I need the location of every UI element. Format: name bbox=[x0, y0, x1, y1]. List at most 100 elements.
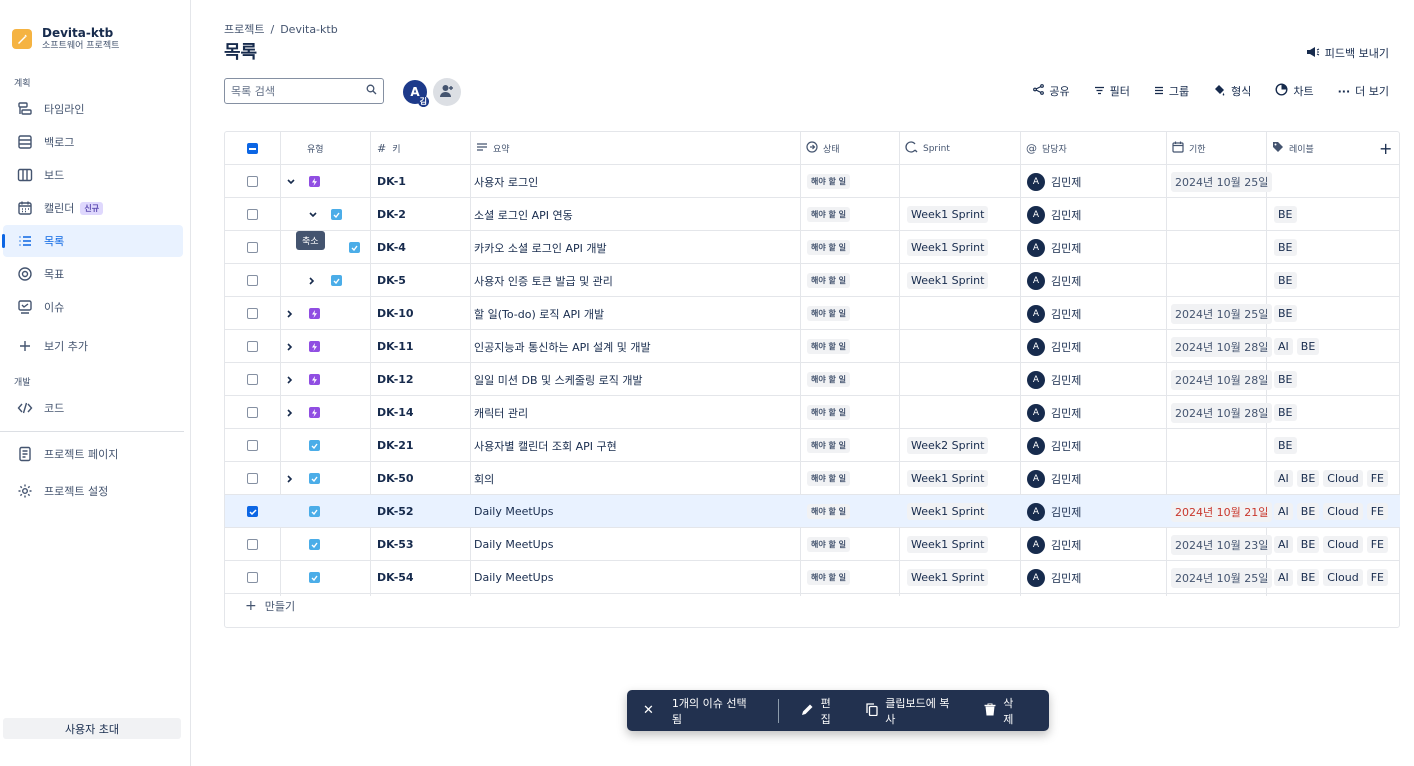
sprint-tag[interactable]: Week1 Sprint bbox=[907, 198, 989, 231]
table-row[interactable]: DK-10 할 일(To-do) 로직 API 개발 해야 할 일 A 김민제 2024년… bbox=[225, 297, 1400, 330]
invite-users-button[interactable]: 사용자 초대 bbox=[3, 718, 181, 739]
issue-key[interactable]: DK-1 bbox=[377, 165, 406, 198]
breadcrumb-project[interactable]: Devita-ktb bbox=[280, 23, 338, 36]
chart-button[interactable]: 차트 bbox=[1275, 83, 1314, 99]
issue-summary[interactable]: 사용자 로그인 bbox=[474, 165, 538, 198]
assignee[interactable]: A 김민제 bbox=[1027, 330, 1081, 363]
status-badge[interactable]: 해야 할 일 bbox=[807, 297, 851, 330]
column-header-assignee[interactable]: @ 담당자 bbox=[1026, 132, 1067, 165]
sprint-tag[interactable]: Week1 Sprint bbox=[907, 495, 989, 528]
issue-summary[interactable]: Daily MeetUps bbox=[474, 495, 553, 528]
sidebar-item-issues[interactable]: 이슈 bbox=[3, 291, 183, 323]
due-date[interactable]: 2024년 10월 25일 bbox=[1171, 561, 1273, 594]
column-header-labels[interactable]: 레이블 bbox=[1272, 132, 1314, 165]
feedback-button[interactable]: 피드백 보내기 bbox=[1306, 45, 1389, 61]
status-badge[interactable]: 해야 할 일 bbox=[807, 561, 851, 594]
sprint-tag[interactable]: Week1 Sprint bbox=[907, 264, 989, 297]
issue-key[interactable]: DK-50 bbox=[377, 462, 414, 495]
issue-key[interactable]: DK-10 bbox=[377, 297, 414, 330]
labels[interactable]: BE bbox=[1274, 231, 1301, 264]
add-column-button[interactable]: + bbox=[1379, 132, 1392, 165]
bulk-copy-button[interactable]: 클립보드에 복사 bbox=[866, 695, 958, 727]
row-checkbox[interactable] bbox=[247, 561, 258, 594]
column-header-key[interactable]: # 키 bbox=[377, 132, 401, 165]
sidebar-item-calendar[interactable]: 캘린더 신규 bbox=[3, 192, 183, 224]
issue-summary[interactable]: 할 일(To-do) 로직 API 개발 bbox=[474, 297, 604, 330]
column-header-due[interactable]: 기한 bbox=[1172, 132, 1206, 165]
expand-chevron-icon[interactable] bbox=[309, 264, 315, 297]
assignee[interactable]: A 김민제 bbox=[1027, 363, 1081, 396]
expand-chevron-icon[interactable] bbox=[287, 297, 293, 330]
row-checkbox[interactable] bbox=[247, 363, 258, 396]
assignee[interactable]: A 김민제 bbox=[1027, 495, 1081, 528]
issue-summary[interactable]: Daily MeetUps bbox=[474, 528, 553, 561]
close-icon[interactable]: ✕ bbox=[643, 703, 654, 718]
issue-summary[interactable]: 사용자 인증 토큰 발급 및 관리 bbox=[474, 264, 613, 297]
status-badge[interactable]: 해야 할 일 bbox=[807, 495, 851, 528]
issue-summary[interactable]: 회의 bbox=[474, 462, 494, 495]
status-badge[interactable]: 해야 할 일 bbox=[807, 330, 851, 363]
row-checkbox[interactable] bbox=[247, 396, 258, 429]
row-checkbox[interactable] bbox=[247, 198, 258, 231]
due-date[interactable]: 2024년 10월 21일 bbox=[1171, 495, 1273, 528]
issue-summary[interactable]: 소셜 로그인 API 연동 bbox=[474, 198, 573, 231]
row-checkbox[interactable] bbox=[247, 231, 258, 264]
expand-chevron-icon[interactable] bbox=[287, 330, 293, 363]
status-badge[interactable]: 해야 할 일 bbox=[807, 528, 851, 561]
column-header-type[interactable]: 유형 bbox=[307, 132, 324, 165]
labels[interactable]: BE bbox=[1274, 297, 1301, 330]
sidebar-item-list[interactable]: 목록 bbox=[2, 225, 183, 257]
issue-key[interactable]: DK-5 bbox=[377, 264, 406, 297]
project-header[interactable]: Devita-ktb 소프트웨어 프로젝트 bbox=[12, 26, 119, 52]
assignee[interactable]: A 김민제 bbox=[1027, 462, 1081, 495]
status-badge[interactable]: 해야 할 일 bbox=[807, 396, 851, 429]
table-row[interactable]: DK-12 일일 미션 DB 및 스케줄링 로직 개발 해야 할 일 A 김민제 2024… bbox=[225, 363, 1400, 396]
breadcrumb-projects[interactable]: 프로젝트 bbox=[224, 23, 264, 36]
row-checkbox[interactable] bbox=[247, 330, 258, 363]
expand-chevron-icon[interactable] bbox=[287, 363, 293, 396]
issue-summary[interactable]: 캐릭터 관리 bbox=[474, 396, 528, 429]
issue-summary[interactable]: 사용자별 캘린더 조회 API 구현 bbox=[474, 429, 617, 462]
issue-key[interactable]: DK-54 bbox=[377, 561, 414, 594]
sidebar-item-project-settings[interactable]: 프로젝트 설정 bbox=[3, 475, 183, 507]
create-issue-button[interactable]: + 만들기 bbox=[245, 598, 295, 614]
table-row[interactable]: DK-4 카카오 소셜 로그인 API 개발 해야 할 일 Week1 Sprint A… bbox=[225, 231, 1400, 264]
assignee[interactable]: A 김민제 bbox=[1027, 231, 1081, 264]
issue-summary[interactable]: 카카오 소셜 로그인 API 개발 bbox=[474, 231, 607, 264]
due-date[interactable]: 2024년 10월 23일 bbox=[1171, 528, 1273, 561]
expand-chevron-icon[interactable] bbox=[287, 462, 293, 495]
table-row[interactable]: DK-21 사용자별 캘린더 조회 API 구현 해야 할 일 Week2 Sprin… bbox=[225, 429, 1400, 462]
status-badge[interactable]: 해야 할 일 bbox=[807, 231, 851, 264]
format-button[interactable]: 형식 bbox=[1213, 83, 1251, 99]
column-header-status[interactable]: 상태 bbox=[806, 132, 840, 165]
issue-key[interactable]: DK-11 bbox=[377, 330, 414, 363]
assignee[interactable]: A 김민제 bbox=[1027, 165, 1081, 198]
table-row[interactable]: DK-52 Daily MeetUps 해야 할 일 Week1 Sprint A 김민제… bbox=[225, 495, 1400, 528]
sprint-tag[interactable]: Week1 Sprint bbox=[907, 561, 989, 594]
due-date[interactable]: 2024년 10월 28일 bbox=[1171, 363, 1273, 396]
labels[interactable]: AI BE Cloud FE bbox=[1274, 462, 1392, 495]
labels[interactable]: BE bbox=[1274, 363, 1301, 396]
labels[interactable]: BE bbox=[1274, 429, 1301, 462]
labels[interactable]: AI BE Cloud FE bbox=[1274, 561, 1392, 594]
expand-chevron-icon[interactable] bbox=[287, 396, 293, 429]
sprint-tag[interactable]: Week1 Sprint bbox=[907, 462, 989, 495]
status-badge[interactable]: 해야 할 일 bbox=[807, 264, 851, 297]
more-button[interactable]: ··· 더 보기 bbox=[1338, 83, 1389, 99]
collapse-chevron-icon[interactable] bbox=[287, 165, 295, 198]
assignee[interactable]: A 김민제 bbox=[1027, 297, 1081, 330]
due-date[interactable]: 2024년 10월 28일 bbox=[1171, 330, 1273, 363]
table-row[interactable]: DK-54 Daily MeetUps 해야 할 일 Week1 Sprint A 김민제… bbox=[225, 561, 1400, 594]
labels[interactable]: BE bbox=[1274, 264, 1301, 297]
row-checkbox[interactable] bbox=[247, 495, 258, 528]
status-badge[interactable]: 해야 할 일 bbox=[807, 165, 851, 198]
search-input[interactable]: 목록 검색 bbox=[224, 78, 384, 104]
sprint-tag[interactable]: Week2 Sprint bbox=[907, 429, 989, 462]
assignee[interactable]: A 김민제 bbox=[1027, 429, 1081, 462]
issue-summary[interactable]: 인공지능과 통신하는 API 설계 및 개발 bbox=[474, 330, 651, 363]
share-button[interactable]: 공유 bbox=[1033, 83, 1070, 99]
assignee[interactable]: A 김민제 bbox=[1027, 264, 1081, 297]
sidebar-item-code[interactable]: 코드 bbox=[3, 392, 183, 424]
group-button[interactable]: 그룹 bbox=[1154, 83, 1189, 99]
table-row[interactable]: DK-2 소셜 로그인 API 연동 해야 할 일 Week1 Sprint A 김민제 B… bbox=[225, 198, 1400, 231]
